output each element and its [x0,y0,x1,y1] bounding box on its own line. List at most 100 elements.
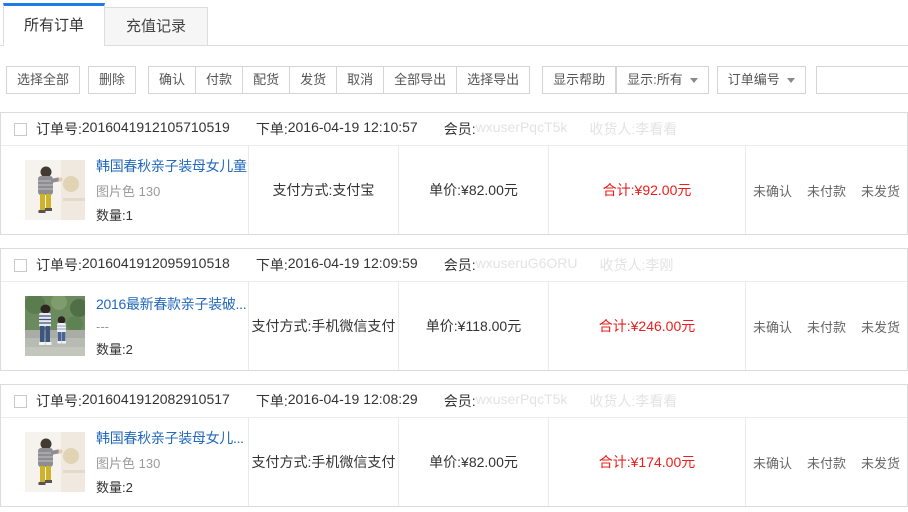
delete-button[interactable]: 删除 [88,66,136,94]
member-value: wxuserPqcT5k [476,119,568,139]
total-price-cell: 合计:¥246.00元 [549,282,746,370]
product-info: 2016最新春款亲子装破... --- 数量:2 [96,294,248,358]
placed-label: 下单: [256,255,288,275]
order-number: 订单号: 2016041912095910518 [36,255,230,275]
placed-label: 下单: [256,391,288,411]
unit-price-cell: 单价:¥82.00元 [399,146,549,234]
total-price: 合计:¥92.00元 [603,180,692,200]
order-placed-time: 下单: 2016-04-19 12:10:57 [256,119,418,139]
tab-recharge-records[interactable]: 充值记录 [105,7,208,45]
order-list: 订单号: 2016041912105710519 下单: 2016-04-19 … [0,112,908,507]
order-number-label: 订单号: [36,391,82,411]
tab-all-orders[interactable]: 所有订单 [3,3,105,46]
export-all-button[interactable]: 全部导出 [383,66,457,94]
total-price-cell: 合计:¥92.00元 [549,146,746,234]
order-number-label: 订单号: [36,119,82,139]
product-image[interactable] [25,296,85,356]
payment-method: 支付方式:手机微信支付 [252,316,396,336]
allocate-button[interactable]: 配货 [242,66,290,94]
order-header: 订单号: 2016041912095910518 下单: 2016-04-19 … [1,249,907,282]
order-number-value: 2016041912105710519 [82,119,230,139]
search-input[interactable] [816,66,908,94]
receiver-value: 收货人:李看看 [589,119,677,139]
order-number: 订单号: 2016041912082910517 [36,391,230,411]
unit-price: 单价:¥82.00元 [429,180,518,200]
status-unshipped: 未发货 [861,181,900,200]
product-attribute: 图片色 130 [96,181,248,200]
placed-value: 2016-04-19 12:08:29 [288,391,418,411]
order-checkbox[interactable] [14,259,27,272]
placed-label: 下单: [256,119,288,139]
order-checkbox[interactable] [14,395,27,408]
order-placed-time: 下单: 2016-04-19 12:09:59 [256,255,418,275]
order-no-filter-dropdown[interactable]: 订单编号 [717,66,806,94]
unit-price-cell: 单价:¥82.00元 [399,418,549,506]
order-number: 订单号: 2016041912105710519 [36,119,230,139]
toolbar: 选择全部 删除 确认 付款 配货 发货 取消 全部导出 选择导出 显示帮助 显示… [6,66,908,94]
product-info: 韩国春秋亲子装母女儿童... 图片色 130 数量:1 [96,156,248,224]
member-value: wxuserPqcT5k [476,391,568,411]
order-body: 韩国春秋亲子装母女儿童... 图片色 130 数量:1 支付方式:支付宝 单价:… [1,146,907,234]
status-unconfirmed: 未确认 [753,453,792,472]
order-block: 订单号: 2016041912105710519 下单: 2016-04-19 … [0,112,908,235]
placed-value: 2016-04-19 12:09:59 [288,255,418,275]
member-label: 会员: [444,119,476,139]
status-unconfirmed: 未确认 [753,181,792,200]
chevron-down-icon [787,78,795,87]
receiver-value: 收货人:李看看 [589,391,677,411]
status-unpaid: 未付款 [807,317,846,336]
product-title-link[interactable]: 韩国春秋亲子装母女儿童... [96,156,248,176]
order-number-label: 订单号: [36,255,82,275]
order-header: 订单号: 2016041912082910517 下单: 2016-04-19 … [1,385,907,418]
product-cell: 韩国春秋亲子装母女儿... 图片色 130 数量:2 [1,418,249,506]
product-image[interactable] [25,432,85,492]
order-number-value: 2016041912095910518 [82,255,230,275]
show-filter-dropdown[interactable]: 显示:所有 [616,66,709,94]
order-checkbox[interactable] [14,123,27,136]
status-cell: 未确认 未付款 未发货 [746,282,907,370]
total-price-cell: 合计:¥174.00元 [549,418,746,506]
pay-button[interactable]: 付款 [195,66,243,94]
product-image[interactable] [25,160,85,220]
confirm-button[interactable]: 确认 [148,66,196,94]
ship-button[interactable]: 发货 [289,66,337,94]
order-member: 会员: wxuseruG6ORU 收货人:李刚 [444,255,674,275]
status-unshipped: 未发货 [861,317,900,336]
receiver-value: 收货人:李刚 [600,255,674,275]
cancel-button[interactable]: 取消 [336,66,384,94]
show-help-button[interactable]: 显示帮助 [542,66,616,94]
payment-method-cell: 支付方式:手机微信支付 [249,418,399,506]
show-filter-label: 显示:所有 [627,67,683,93]
product-cell: 2016最新春款亲子装破... --- 数量:2 [1,282,249,370]
order-block: 订单号: 2016041912095910518 下单: 2016-04-19 … [0,248,908,371]
total-price: 合计:¥246.00元 [599,316,696,336]
order-block: 订单号: 2016041912082910517 下单: 2016-04-19 … [0,384,908,507]
payment-method: 支付方式:支付宝 [273,180,375,200]
member-label: 会员: [444,391,476,411]
member-value: wxuseruG6ORU [476,255,578,275]
select-all-button[interactable]: 选择全部 [6,66,80,94]
action-button-group: 确认 付款 配货 发货 取消 全部导出 选择导出 [148,66,530,94]
order-body: 韩国春秋亲子装母女儿... 图片色 130 数量:2 支付方式:手机微信支付 单… [1,418,907,506]
payment-method-cell: 支付方式:支付宝 [249,146,399,234]
status-unpaid: 未付款 [807,181,846,200]
product-attribute: 图片色 130 [96,453,248,472]
member-label: 会员: [444,255,476,275]
payment-method-cell: 支付方式:手机微信支付 [249,282,399,370]
unit-price-cell: 单价:¥118.00元 [399,282,549,370]
status-unpaid: 未付款 [807,453,846,472]
product-title-link[interactable]: 韩国春秋亲子装母女儿... [96,428,248,448]
placed-value: 2016-04-19 12:10:57 [288,119,418,139]
product-quantity: 数量:1 [96,205,248,224]
product-attribute: --- [96,319,248,334]
product-title-link[interactable]: 2016最新春款亲子装破... [96,294,248,314]
order-number-value: 2016041912082910517 [82,391,230,411]
order-member: 会员: wxuserPqcT5k 收货人:李看看 [444,391,678,411]
export-selected-button[interactable]: 选择导出 [456,66,530,94]
order-placed-time: 下单: 2016-04-19 12:08:29 [256,391,418,411]
status-unshipped: 未发货 [861,453,900,472]
product-quantity: 数量:2 [96,339,248,358]
unit-price: 单价:¥82.00元 [429,452,518,472]
product-cell: 韩国春秋亲子装母女儿童... 图片色 130 数量:1 [1,146,249,234]
chevron-down-icon [690,78,698,87]
